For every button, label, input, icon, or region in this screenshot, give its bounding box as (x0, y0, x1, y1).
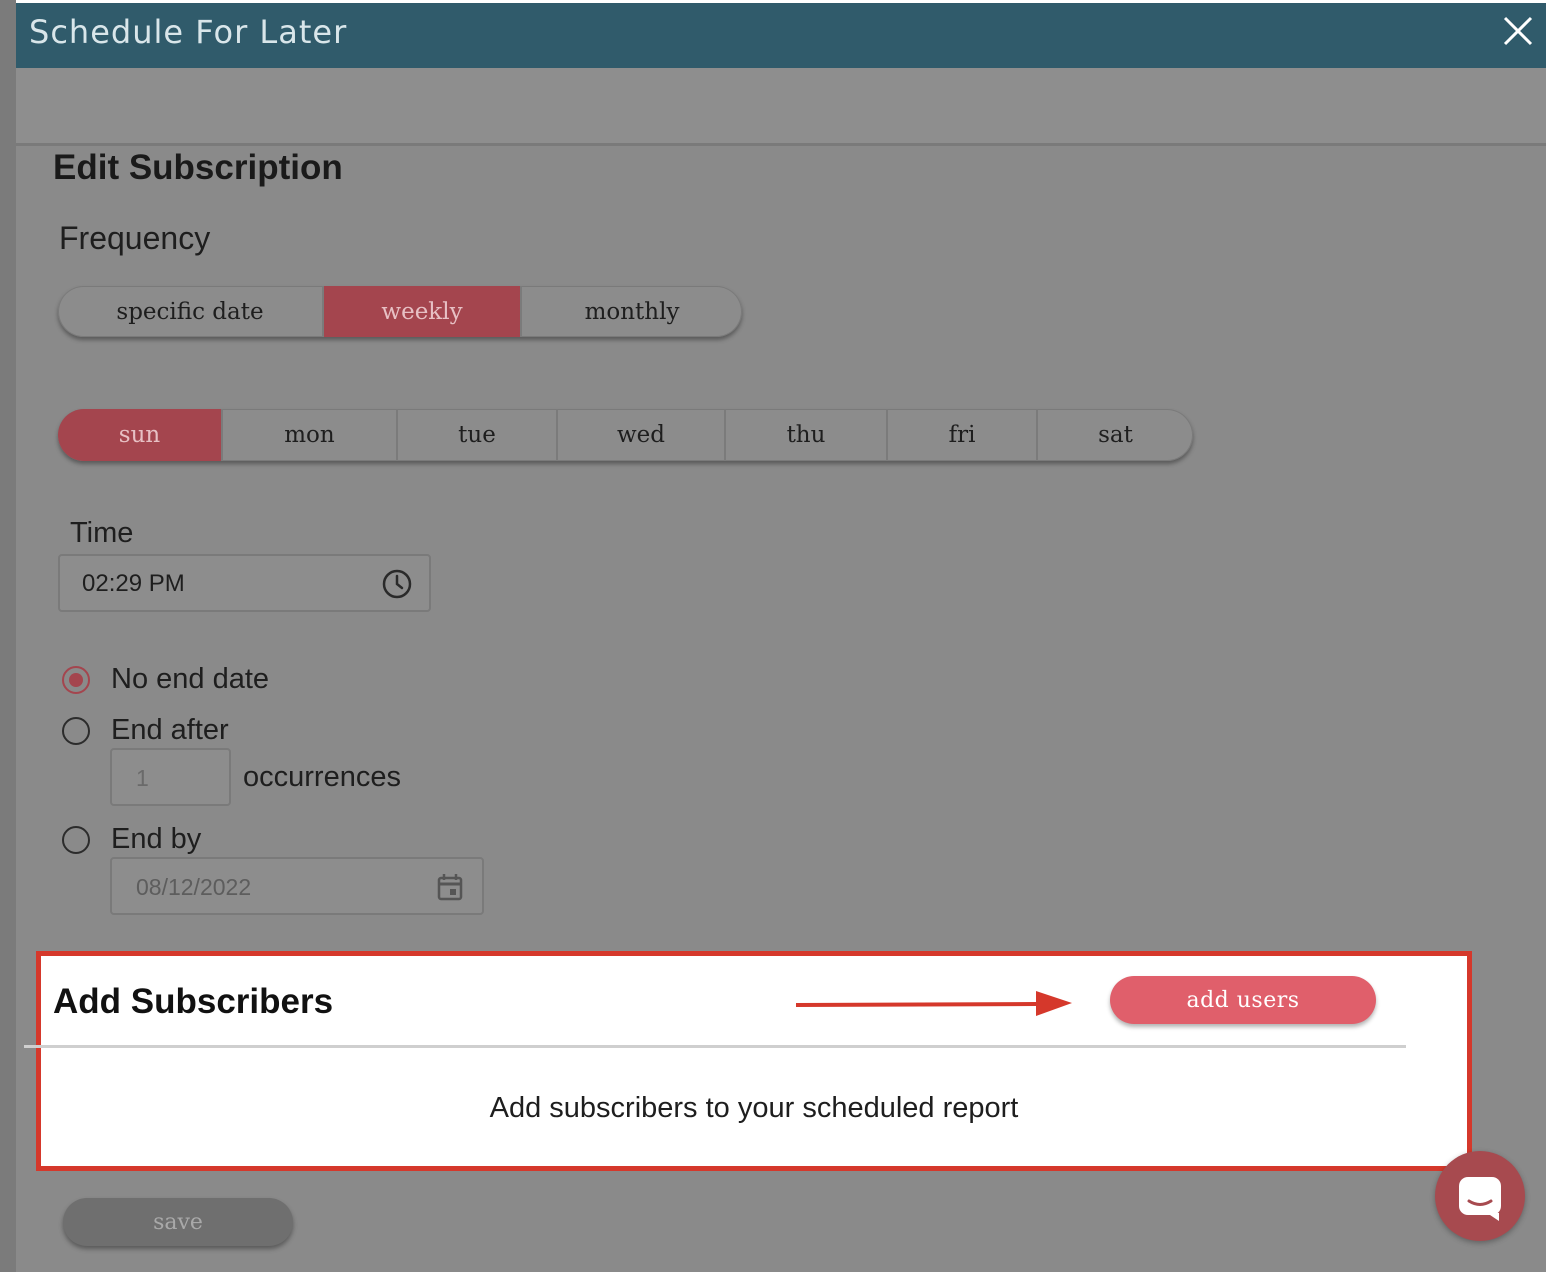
occurrences-value: 1 (136, 765, 149, 791)
add-subscribers-panel: Add Subscribers add users Add subscriber… (36, 951, 1472, 1171)
close-icon (1503, 16, 1533, 46)
radio-button[interactable] (62, 825, 90, 854)
chat-launcher-button[interactable] (1435, 1151, 1525, 1241)
day-option-tue[interactable]: tue (398, 409, 558, 461)
time-label: Time (70, 517, 134, 549)
day-option-fri[interactable]: fri (888, 409, 1038, 461)
day-selector: sun mon tue wed thu fri sat (58, 409, 1193, 461)
dialog-toolbar (16, 68, 1546, 146)
day-option-thu[interactable]: thu (726, 409, 888, 461)
day-option-mon[interactable]: mon (223, 409, 398, 461)
time-input[interactable]: 02:29 PM (58, 554, 431, 612)
time-value: 02:29 PM (82, 570, 185, 597)
radio-no-end-date[interactable]: No end date (62, 663, 269, 696)
dialog-header: Schedule For Later (16, 3, 1546, 68)
close-button[interactable] (1500, 13, 1536, 49)
dialog-title: Schedule For Later (29, 13, 348, 51)
frequency-selector: specific date weekly monthly (58, 286, 742, 337)
radio-label-end-after: End after (111, 714, 229, 746)
arrow-right-icon (796, 991, 1072, 1016)
page-title: Edit Subscription (53, 148, 343, 187)
frequency-label: Frequency (59, 220, 211, 256)
frequency-option-weekly[interactable]: weekly (324, 286, 522, 337)
frequency-option-specific-date[interactable]: specific date (58, 286, 324, 337)
clock-icon[interactable] (381, 568, 413, 600)
save-button[interactable]: save (63, 1198, 293, 1246)
radio-end-after[interactable]: End after (62, 714, 229, 747)
radio-end-by[interactable]: End by (62, 823, 201, 856)
subscribers-divider (24, 1045, 1406, 1048)
radio-button-checked[interactable] (62, 665, 90, 694)
add-users-button[interactable]: add users (1110, 976, 1376, 1024)
radio-label-no-end-date: No end date (111, 663, 270, 695)
day-option-sat[interactable]: sat (1038, 409, 1193, 461)
frequency-option-monthly[interactable]: monthly (522, 286, 742, 337)
subscribers-empty-message: Add subscribers to your scheduled report (489, 1092, 1019, 1124)
chat-icon (1459, 1177, 1501, 1221)
radio-label-end-by: End by (111, 823, 202, 855)
occurrences-label: occurrences (243, 761, 401, 793)
day-option-sun[interactable]: sun (58, 409, 223, 461)
calendar-icon[interactable] (434, 871, 466, 903)
end-date-input[interactable]: 08/12/2022 (110, 857, 484, 915)
occurrences-input[interactable]: 1 (110, 748, 231, 806)
radio-button[interactable] (62, 716, 90, 745)
end-date-value: 08/12/2022 (136, 874, 252, 900)
day-option-wed[interactable]: wed (558, 409, 726, 461)
left-backdrop-strip (0, 0, 16, 1272)
add-subscribers-title: Add Subscribers (53, 982, 334, 1021)
